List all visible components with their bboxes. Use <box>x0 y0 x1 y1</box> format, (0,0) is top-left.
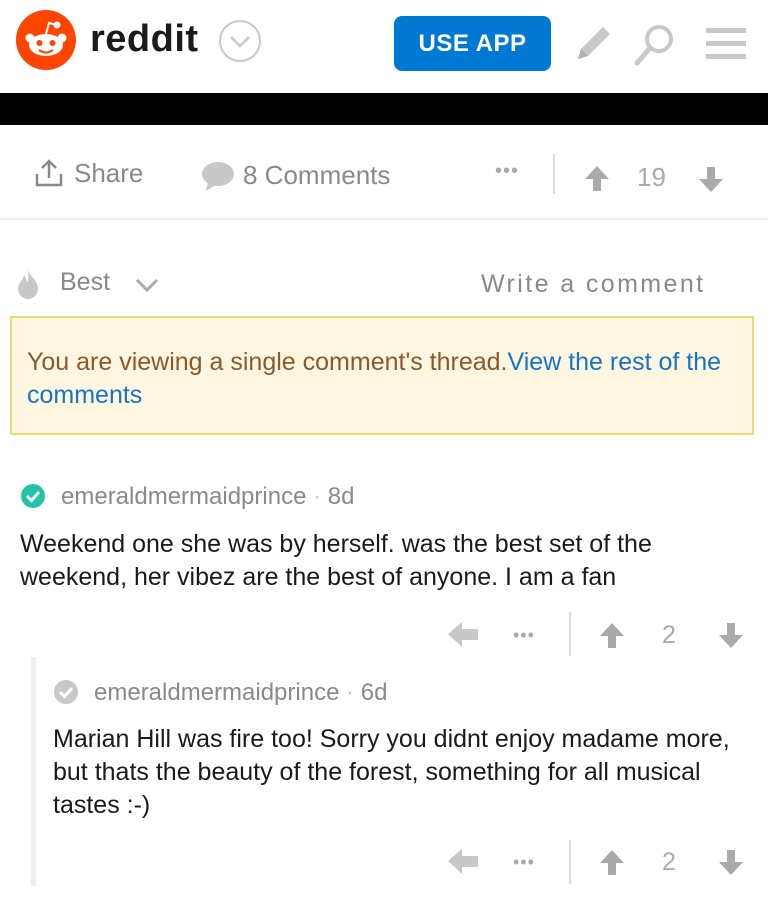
share-icon[interactable] <box>34 158 64 188</box>
upvote-arrow-icon[interactable] <box>583 164 611 192</box>
comment-age: 6d <box>360 679 388 706</box>
reply-arrow-icon[interactable] <box>446 620 480 650</box>
meta-separator: · <box>346 679 355 706</box>
top-header: reddit USE APP <box>0 0 768 92</box>
comment-score: 2 <box>662 621 676 649</box>
notice-message: You are viewing a single comment's threa… <box>27 346 737 412</box>
divider <box>569 840 571 884</box>
redacted-bar <box>0 93 768 125</box>
search-icon[interactable] <box>630 21 678 69</box>
post-action-row: Share 8 Comments ••• 19 <box>0 126 768 220</box>
divider <box>553 154 555 194</box>
comment-score: 2 <box>662 848 676 876</box>
downvote-arrow-icon[interactable] <box>697 166 725 194</box>
verified-check-icon <box>21 484 45 508</box>
chevron-down-icon[interactable] <box>218 19 262 63</box>
comment-more-button[interactable]: ••• <box>513 852 535 873</box>
hamburger-menu-icon[interactable] <box>706 26 746 62</box>
comment-body: Weekend one she was by herself. was the … <box>20 530 652 591</box>
more-options-button[interactable]: ••• <box>495 160 519 183</box>
comment-bubble-icon[interactable] <box>200 160 236 192</box>
upvote-arrow-icon[interactable] <box>598 848 626 876</box>
pencil-icon[interactable] <box>572 21 616 65</box>
single-thread-notice: You are viewing a single comment's threa… <box>10 316 754 435</box>
upvote-arrow-icon[interactable] <box>598 621 626 649</box>
comment-meta: emeraldmermaidprince · 6d <box>94 679 387 707</box>
check-circle-icon <box>54 680 78 704</box>
share-button[interactable]: Share <box>74 158 143 189</box>
reddit-snoo-logo[interactable] <box>16 10 76 70</box>
meta-separator: · <box>313 483 322 510</box>
flame-icon <box>18 270 38 299</box>
comment-age: 8d <box>327 483 355 510</box>
reddit-wordmark[interactable]: reddit <box>90 18 199 61</box>
thread-indent-line[interactable] <box>31 657 36 886</box>
sort-dropdown[interactable]: Best <box>60 268 110 297</box>
comment-author[interactable]: emeraldmermaidprince <box>94 679 339 706</box>
reply-arrow-icon[interactable] <box>446 847 480 877</box>
write-comment-button[interactable]: Write a comment <box>481 270 705 299</box>
post-score: 19 <box>637 162 666 192</box>
comment-author[interactable]: emeraldmermaidprince <box>61 483 306 510</box>
downvote-arrow-icon[interactable] <box>717 849 745 877</box>
comment-meta: emeraldmermaidprince · 8d <box>61 483 354 511</box>
comment-body: Marian Hill was fire too! Sorry you didn… <box>53 725 730 819</box>
chevron-down-icon[interactable] <box>134 276 160 294</box>
downvote-arrow-icon[interactable] <box>717 622 745 650</box>
use-app-button[interactable]: USE APP <box>394 16 551 71</box>
divider <box>569 612 571 656</box>
comment-more-button[interactable]: ••• <box>513 625 535 646</box>
notice-text: You are viewing a single comment's threa… <box>27 348 508 376</box>
comments-count-button[interactable]: 8 Comments <box>243 160 390 191</box>
